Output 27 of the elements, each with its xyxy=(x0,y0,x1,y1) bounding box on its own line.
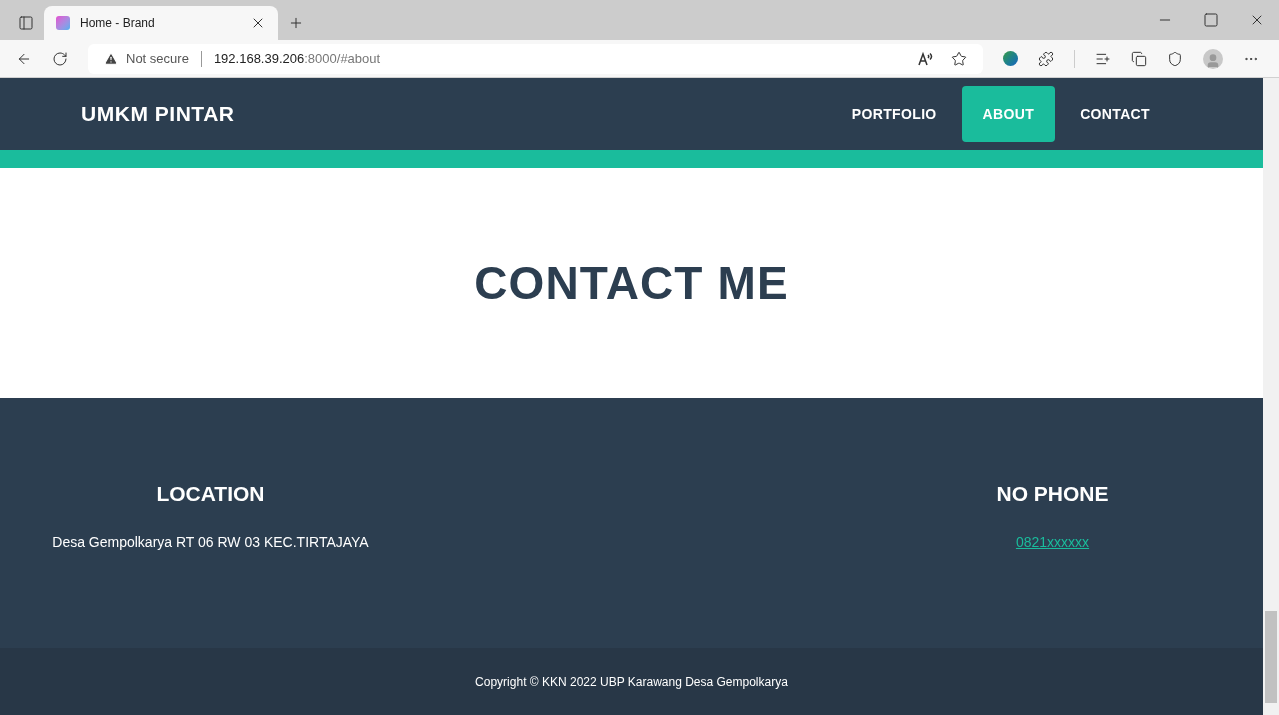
footer-heading: LOCATION xyxy=(156,481,265,507)
footer-heading: NO PHONE xyxy=(996,481,1109,507)
tab-title: Home - Brand xyxy=(80,15,156,32)
profile-avatar[interactable] xyxy=(1203,48,1223,69)
scrollbar[interactable] xyxy=(1263,78,1279,715)
copyright-text: Copyright © KKN 2022 UBP Karawang Desa Gempolkarya xyxy=(475,673,788,691)
warning-icon xyxy=(104,51,118,66)
scrollbar-thumb[interactable] xyxy=(1265,611,1277,703)
brand-name[interactable]: UMKM PINTAR xyxy=(81,98,831,130)
section-heading: CONTACT ME xyxy=(474,255,789,311)
browser-tab[interactable]: Home - Brand xyxy=(44,6,278,40)
nav-link[interactable]: CONTACT xyxy=(1059,86,1171,142)
tab-actions-icon[interactable] xyxy=(18,15,34,31)
security-label: Not secure xyxy=(126,49,189,68)
maximize-icon[interactable] xyxy=(1203,12,1219,28)
read-aloud-icon[interactable] xyxy=(917,50,933,67)
url-text: 192.168.39.206:8000/#about xyxy=(213,49,382,68)
reload-icon[interactable] xyxy=(52,50,68,67)
collections-icon[interactable] xyxy=(1131,50,1147,67)
phone-link[interactable]: 0821xxxxxx xyxy=(1015,531,1090,553)
address-text: Desa Gempolkarya RT 06 RW 03 KEC.TIRTAJAYA xyxy=(52,532,369,552)
address-bar[interactable]: Not secure 192.168.39.206:8000/#about xyxy=(88,43,983,74)
extensions-icon[interactable] xyxy=(1038,50,1054,67)
site-logo-icon xyxy=(56,16,70,30)
nav-link[interactable]: PORTFOLIO xyxy=(830,86,958,142)
add-favorite-icon[interactable] xyxy=(951,50,967,67)
shield-icon[interactable] xyxy=(1167,50,1183,67)
